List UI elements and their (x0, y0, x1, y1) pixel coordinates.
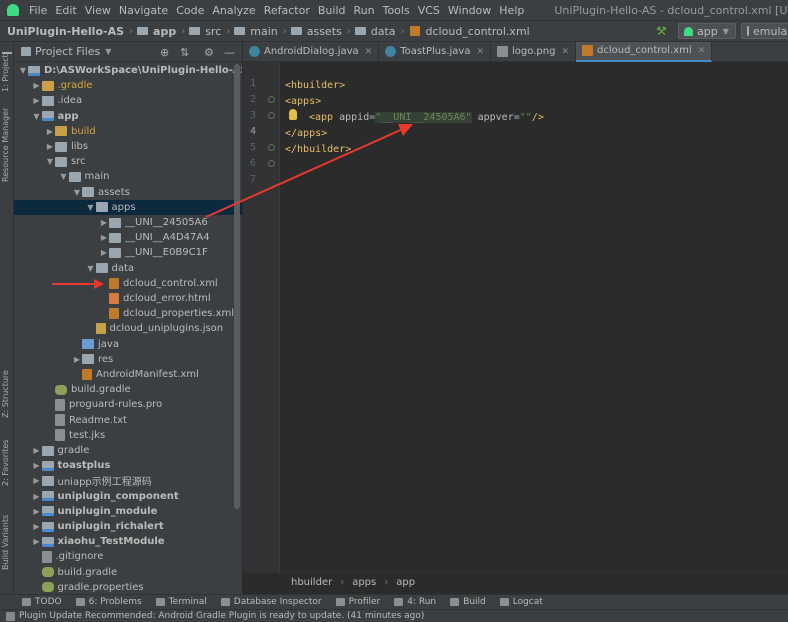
annotation-arrow-appid (205, 127, 406, 218)
annotation-arrowhead (94, 279, 104, 289)
annotation-arrows (52, 124, 413, 289)
